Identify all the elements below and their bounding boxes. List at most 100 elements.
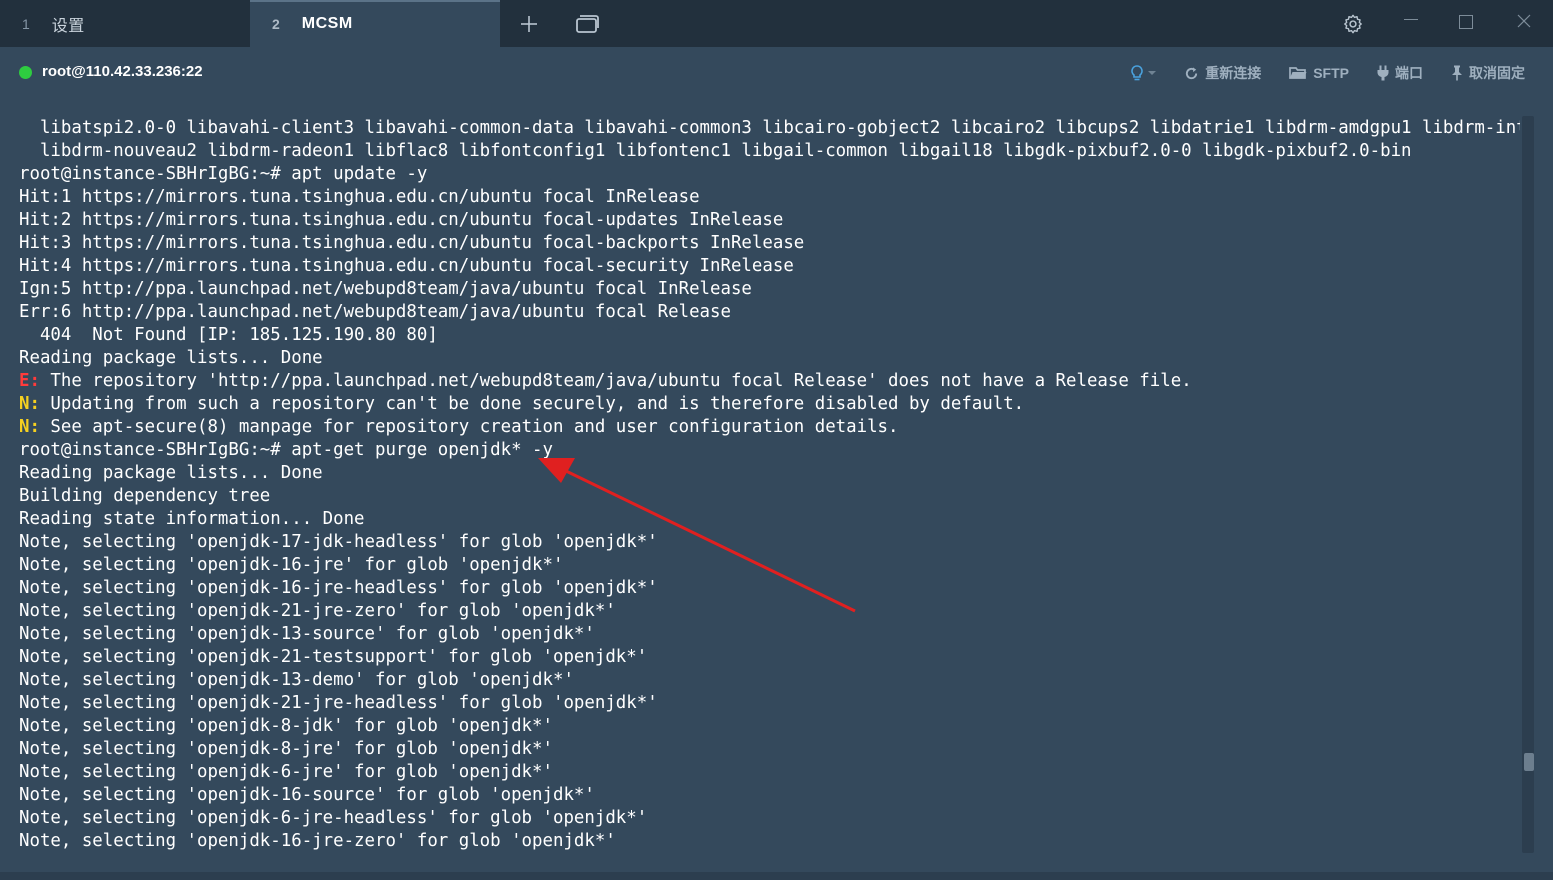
minimize-icon bbox=[1404, 19, 1418, 20]
plus-icon bbox=[521, 15, 537, 32]
terminal-line-text: Err:6 http://ppa.launchpad.net/webupd8te… bbox=[19, 302, 731, 322]
terminal-output[interactable]: libatspi2.0-0 libavahi-client3 libavahi-… bbox=[0, 110, 1520, 870]
folder-icon bbox=[1289, 67, 1307, 79]
terminal-line: root@instance-SBHrIgBG:~# apt update -y bbox=[19, 163, 1520, 186]
scrollbar-thumb[interactable] bbox=[1524, 753, 1534, 771]
terminal-line: 404 Not Found [IP: 185.125.190.80 80] bbox=[19, 324, 1520, 347]
pin-icon bbox=[1452, 65, 1462, 81]
terminal-line-text: Note, selecting 'openjdk-16-jre' for glo… bbox=[19, 555, 564, 575]
gear-icon bbox=[1344, 14, 1362, 33]
terminal-line: Note, selecting 'openjdk-21-jre-headless… bbox=[19, 692, 1520, 715]
terminal-line-text: root@instance-SBHrIgBG:~# apt-get purge … bbox=[19, 440, 553, 460]
terminal-line-text: Note, selecting 'openjdk-21-testsupport'… bbox=[19, 647, 648, 667]
terminal-line: N: See apt-secure(8) manpage for reposit… bbox=[19, 416, 1520, 439]
terminal-line: Reading package lists... Done bbox=[19, 462, 1520, 485]
terminal-line-text: Hit:3 https://mirrors.tuna.tsinghua.edu.… bbox=[19, 233, 805, 253]
terminal-line: Hit:1 https://mirrors.tuna.tsinghua.edu.… bbox=[19, 186, 1520, 209]
terminal-line: N: Updating from such a repository can't… bbox=[19, 393, 1520, 416]
terminal-line: Note, selecting 'openjdk-16-source' for … bbox=[19, 784, 1520, 807]
connection-status-indicator bbox=[19, 66, 32, 79]
tab-number: 1 bbox=[22, 15, 30, 32]
terminal-line: libatspi2.0-0 libavahi-client3 libavahi-… bbox=[19, 117, 1520, 140]
terminal-line: E: The repository 'http://ppa.launchpad.… bbox=[19, 370, 1520, 393]
terminal-line: Reading package lists... Done bbox=[19, 347, 1520, 370]
chevron-down-icon bbox=[1148, 71, 1157, 75]
terminal-line-text: Note, selecting 'openjdk-16-jre-headless… bbox=[19, 578, 658, 598]
terminal-line: Err:6 http://ppa.launchpad.net/webupd8te… bbox=[19, 301, 1520, 324]
terminal-line-text: Updating from such a repository can't be… bbox=[39, 394, 1025, 414]
terminal-line: Note, selecting 'openjdk-16-jre-headless… bbox=[19, 577, 1520, 600]
terminal-line: Ign:5 http://ppa.launchpad.net/webupd8te… bbox=[19, 278, 1520, 301]
terminal-line: Note, selecting 'openjdk-13-demo' for gl… bbox=[19, 669, 1520, 692]
terminal-line-text: See apt-secure(8) manpage for repository… bbox=[39, 417, 899, 437]
terminal-line-text: Hit:4 https://mirrors.tuna.tsinghua.edu.… bbox=[19, 256, 794, 276]
terminal-line: Note, selecting 'openjdk-16-jre' for glo… bbox=[19, 554, 1520, 577]
terminal-line: Note, selecting 'openjdk-21-jre-zero' fo… bbox=[19, 600, 1520, 623]
terminal-line: root@instance-SBHrIgBG:~# apt-get purge … bbox=[19, 439, 1520, 462]
refresh-icon bbox=[1186, 66, 1198, 79]
sftp-label: SFTP bbox=[1313, 65, 1349, 81]
session-host: root@110.42.33.236:22 bbox=[42, 63, 203, 80]
unpin-label: 取消固定 bbox=[1469, 65, 1525, 81]
terminal-line-text: Note, selecting 'openjdk-8-jre' for glob… bbox=[19, 739, 553, 759]
terminal-app-window: 1 设置 2 MCSM root@110.42.33.236:22 重新连接 S… bbox=[0, 0, 1553, 880]
window-layout-button[interactable] bbox=[570, 0, 604, 47]
terminal-lines: libatspi2.0-0 libavahi-client3 libavahi-… bbox=[19, 117, 1520, 853]
port-button[interactable]: 端口 bbox=[1377, 63, 1423, 83]
terminal-line-text: Note, selecting 'openjdk-16-source' for … bbox=[19, 785, 595, 805]
hint-dropdown[interactable] bbox=[1130, 64, 1157, 82]
terminal-line: Note, selecting 'openjdk-21-testsupport'… bbox=[19, 646, 1520, 669]
terminal-line-text: Note, selecting 'openjdk-6-jre-headless'… bbox=[19, 808, 648, 828]
terminal-line: Note, selecting 'openjdk-8-jre' for glob… bbox=[19, 738, 1520, 761]
terminal-line-text: Building dependency tree bbox=[19, 486, 271, 506]
notice-prefix: N: bbox=[19, 417, 40, 437]
terminal-line-text: Note, selecting 'openjdk-13-demo' for gl… bbox=[19, 670, 574, 690]
tab-label: MCSM bbox=[301, 14, 353, 32]
terminal-line-text: Note, selecting 'openjdk-8-jdk' for glob… bbox=[19, 716, 553, 736]
terminal-line-text: Reading package lists... Done bbox=[19, 463, 323, 483]
terminal-line: Note, selecting 'openjdk-6-jre' for glob… bbox=[19, 761, 1520, 784]
close-button[interactable] bbox=[1510, 0, 1538, 47]
plug-icon bbox=[1377, 65, 1389, 81]
terminal-line-text: Note, selecting 'openjdk-13-source' for … bbox=[19, 624, 595, 644]
terminal-line-text: Hit:2 https://mirrors.tuna.tsinghua.edu.… bbox=[19, 210, 784, 230]
terminal-line: Note, selecting 'openjdk-17-jdk-headless… bbox=[19, 531, 1520, 554]
settings-button[interactable] bbox=[1338, 0, 1368, 47]
lightbulb-icon bbox=[1131, 65, 1143, 81]
terminal-line: Note, selecting 'openjdk-8-jdk' for glob… bbox=[19, 715, 1520, 738]
terminal-line-text: The repository 'http://ppa.launchpad.net… bbox=[39, 371, 1192, 391]
terminal-line-text: Reading state information... Done bbox=[19, 509, 365, 529]
terminal-line: Hit:2 https://mirrors.tuna.tsinghua.edu.… bbox=[19, 209, 1520, 232]
terminal-line-text: Hit:1 https://mirrors.tuna.tsinghua.edu.… bbox=[19, 187, 700, 207]
terminal-line-text: Reading package lists... Done bbox=[19, 348, 323, 368]
session-bar: root@110.42.33.236:22 重新连接 SFTP 端口 取消固定 bbox=[0, 47, 1553, 99]
terminal-line-text: Note, selecting 'openjdk-6-jre' for glob… bbox=[19, 762, 553, 782]
terminal-line: Hit:4 https://mirrors.tuna.tsinghua.edu.… bbox=[19, 255, 1520, 278]
terminal-line-text: Note, selecting 'openjdk-21-jre-headless… bbox=[19, 693, 658, 713]
tab-label: 设置 bbox=[51, 17, 85, 35]
maximize-button[interactable] bbox=[1452, 0, 1480, 47]
terminal-line: libdrm-nouveau2 libdrm-radeon1 libflac8 … bbox=[19, 140, 1520, 163]
window-icon bbox=[576, 14, 599, 33]
tab-number: 2 bbox=[272, 15, 280, 32]
tab-mcsm[interactable]: 2 MCSM bbox=[250, 0, 500, 47]
port-label: 端口 bbox=[1395, 65, 1423, 81]
reconnect-button[interactable]: 重新连接 bbox=[1184, 63, 1261, 83]
terminal-line: Note, selecting 'openjdk-6-jre-headless'… bbox=[19, 807, 1520, 830]
tab-settings[interactable]: 1 设置 bbox=[0, 0, 250, 47]
scrollbar-track[interactable] bbox=[1522, 116, 1534, 853]
terminal-line-text: libatspi2.0-0 libavahi-client3 libavahi-… bbox=[19, 118, 1520, 138]
terminal-line: Reading state information... Done bbox=[19, 508, 1520, 531]
window-bottom-edge bbox=[0, 872, 1553, 880]
sftp-button[interactable]: SFTP bbox=[1289, 65, 1349, 81]
reconnect-label: 重新连接 bbox=[1205, 65, 1262, 81]
unpin-button[interactable]: 取消固定 bbox=[1451, 63, 1525, 83]
terminal-line-text: root@instance-SBHrIgBG:~# apt update -y bbox=[19, 164, 428, 184]
terminal-line: Hit:3 https://mirrors.tuna.tsinghua.edu.… bbox=[19, 232, 1520, 255]
terminal-line-text: 404 Not Found [IP: 185.125.190.80 80] bbox=[19, 325, 438, 345]
new-tab-button[interactable] bbox=[513, 0, 545, 47]
notice-prefix: N: bbox=[19, 394, 40, 414]
minimize-button[interactable] bbox=[1397, 0, 1425, 47]
terminal-line: Note, selecting 'openjdk-13-source' for … bbox=[19, 623, 1520, 646]
terminal-line-text: Note, selecting 'openjdk-21-jre-zero' fo… bbox=[19, 601, 616, 621]
